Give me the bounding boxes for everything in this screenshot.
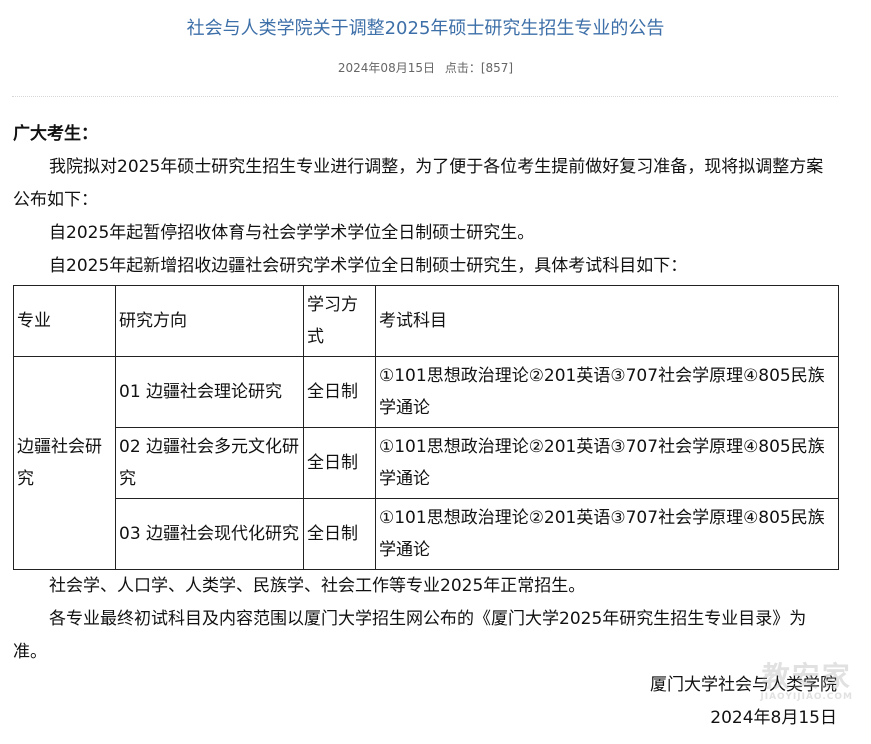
article-body: 广大考生： 我院拟对2025年硕士研究生招生专业进行调整，为了便于各位考生提前做… <box>13 118 839 735</box>
header-divider <box>12 96 838 97</box>
signature-date: 2024年8月15日 <box>710 708 837 728</box>
major-cell: 边疆社会研究 <box>13 356 116 570</box>
final-note-paragraph: 各专业最终初试科目及内容范围以厦门大学招生网公布的《厦门大学2025年研究生招生… <box>13 609 807 662</box>
direction-cell: 03 边疆社会现代化研究 <box>115 498 304 570</box>
header-cell-direction: 研究方向 <box>115 285 304 357</box>
mode-cell: 全日制 <box>303 427 376 499</box>
subjects-cell: ①101思想政治理论②201英语③707社会学原理④805民族学通论 <box>375 427 839 499</box>
add-paragraph: 自2025年起新增招收边疆社会研究学术学位全日制硕士研究生，具体考试科目如下： <box>49 256 688 276</box>
normal-enrollment-paragraph: 社会学、人口学、人类学、民族学、社会工作等专业2025年正常招生。 <box>49 576 586 596</box>
signature-name: 厦门大学社会与人类学院 <box>650 675 837 695</box>
mode-cell: 全日制 <box>303 356 376 428</box>
article-meta: 2024年08月15日 点击：[857] <box>0 59 851 76</box>
greeting: 广大考生： <box>13 124 98 144</box>
table-header-row: 专业 研究方向 学习方式 考试科目 <box>13 285 839 357</box>
table-row: 03 边疆社会现代化研究 全日制 ①101思想政治理论②201英语③707社会学… <box>14 498 839 570</box>
direction-cell: 01 边疆社会理论研究 <box>115 356 304 428</box>
mode-cell: 全日制 <box>303 498 376 570</box>
signature-block: 厦门大学社会与人类学院 2024年8月15日 <box>13 669 839 735</box>
header-cell-subjects: 考试科目 <box>375 285 839 357</box>
subjects-cell: ①101思想政治理论②201英语③707社会学原理④805民族学通论 <box>375 356 839 428</box>
direction-cell: 02 边疆社会多元文化研究 <box>115 427 304 499</box>
intro-paragraph: 我院拟对2025年硕士研究生招生专业进行调整，为了便于各位考生提前做好复习准备，… <box>13 157 824 210</box>
article-title: 社会与人类学院关于调整2025年硕士研究生招生专业的公告 <box>186 18 665 39</box>
subjects-cell: ①101思想政治理论②201英语③707社会学原理④805民族学通论 <box>375 498 839 570</box>
suspend-paragraph: 自2025年起暂停招收体育与社会学学术学位全日制硕士研究生。 <box>49 223 535 243</box>
publish-date: 2024年08月15日 <box>337 61 435 75</box>
click-count: 点击：[857] <box>444 61 514 75</box>
table-row: 02 边疆社会多元文化研究 全日制 ①101思想政治理论②201英语③707社会… <box>14 427 839 499</box>
header-cell-mode: 学习方式 <box>303 285 376 357</box>
header-cell-major: 专业 <box>13 285 116 357</box>
table-row: 边疆社会研究 01 边疆社会理论研究 全日制 ①101思想政治理论②201英语③… <box>13 356 839 570</box>
exam-subjects-table: 专业 研究方向 学习方式 考试科目 边疆社会研究 01 边疆社会理论研究 全日制… <box>13 285 839 570</box>
